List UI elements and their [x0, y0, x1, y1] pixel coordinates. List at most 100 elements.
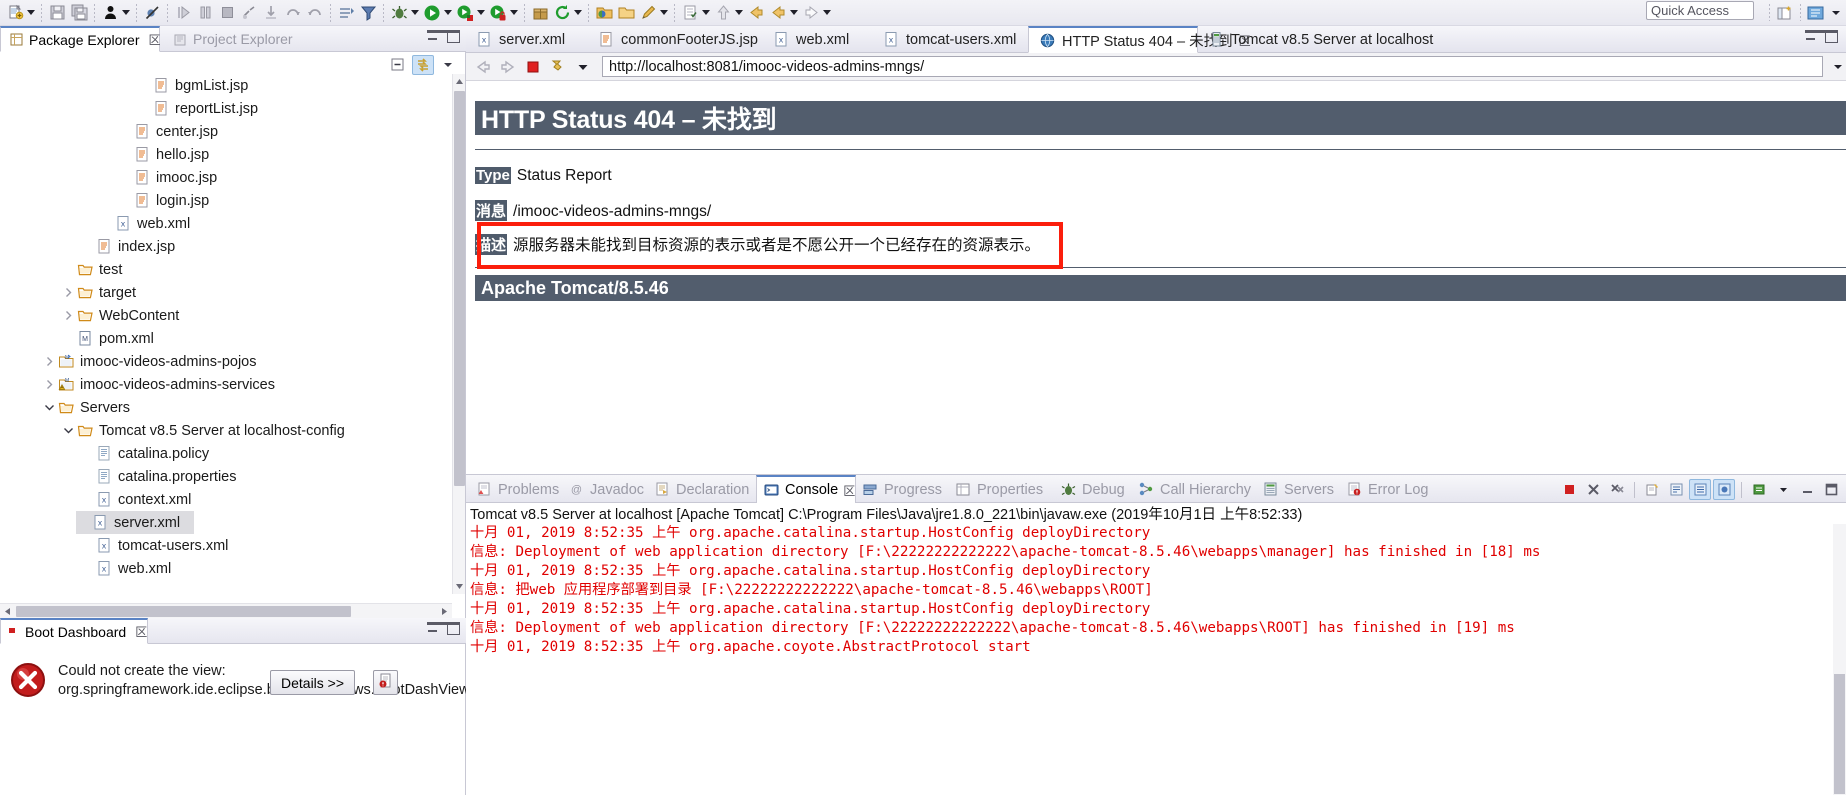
scroll-thumb[interactable] — [16, 606, 351, 617]
open-perspective-icon[interactable] — [1775, 3, 1795, 23]
scroll-thumb[interactable] — [1834, 674, 1845, 794]
debug-dropdown-arrow-icon[interactable] — [409, 3, 420, 23]
debug-person-button[interactable] — [99, 1, 132, 25]
tree-item[interactable]: reportList.jsp — [0, 97, 452, 120]
debug-dropdown-arrow-icon[interactable] — [120, 3, 131, 23]
stop-square-icon[interactable] — [523, 57, 543, 77]
close-icon[interactable]: 区 — [149, 31, 161, 48]
open-console-icon[interactable] — [1641, 479, 1663, 500]
tree-item[interactable]: Mimooc-videos-admins-pojos — [0, 350, 452, 373]
url-input[interactable]: http://localhost:8081/imooc-videos-admin… — [602, 56, 1823, 77]
save-all-button[interactable] — [68, 1, 90, 25]
remove-launch-icon[interactable] — [1582, 479, 1604, 500]
chevron-right-icon[interactable] — [61, 286, 75, 300]
back-arrow-icon[interactable] — [473, 57, 493, 77]
run-button[interactable] — [421, 1, 454, 25]
editor-tab[interactable]: HTTP Status 404 – 未找到区 — [1028, 26, 1251, 53]
tree-item[interactable]: bgmList.jsp — [0, 74, 452, 97]
tree-item[interactable]: Mimooc-videos-admins-services — [0, 373, 452, 396]
console-vertical-scrollbar[interactable] — [1833, 524, 1846, 795]
tree-item[interactable]: x web.xml — [0, 212, 452, 235]
scroll-up-arrow-icon[interactable] — [453, 74, 465, 89]
suspend-button[interactable] — [194, 1, 216, 25]
perspective-more-icon[interactable] — [1826, 3, 1846, 23]
maximize-icon[interactable] — [447, 30, 460, 43]
annotate-button[interactable] — [637, 1, 670, 25]
maximize-icon[interactable] — [1820, 479, 1842, 500]
forward-nav-button[interactable] — [767, 1, 800, 25]
tree-item[interactable]: catalina.policy — [0, 442, 452, 465]
editor-tab[interactable]: x server.xml — [466, 26, 588, 53]
close-icon[interactable]: 区 — [843, 482, 855, 499]
new-file-button[interactable] — [4, 1, 37, 25]
next-nav-button[interactable] — [800, 1, 833, 25]
pin-console-icon[interactable] — [1713, 479, 1735, 500]
tree-item[interactable]: x server.xml — [76, 511, 194, 534]
console-panel-tab[interactable]: Call Hierarchy — [1132, 475, 1256, 504]
url-dropdown-icon[interactable] — [1830, 56, 1846, 77]
quick-access-input[interactable]: Quick Access — [1646, 1, 1754, 20]
tree-item[interactable]: Mpom.xml — [0, 327, 452, 350]
scroll-left-arrow-icon[interactable] — [0, 604, 14, 618]
save-button[interactable] — [46, 1, 68, 25]
debug-button[interactable] — [388, 1, 421, 25]
editor-tab[interactable]: Tomcat v8.5 Server at localhost — [1198, 26, 1433, 53]
console-panel-tab[interactable]: Properties — [949, 475, 1054, 504]
step-over-button[interactable] — [282, 1, 304, 25]
run-server-dropdown-arrow-icon[interactable] — [475, 3, 486, 23]
console-panel-tab[interactable]: Progress — [856, 475, 949, 504]
forward-dropdown-arrow-icon[interactable] — [788, 3, 799, 23]
disconnect-button[interactable] — [238, 1, 260, 25]
console-panel-tab[interactable]: @ Javadoc — [562, 475, 648, 504]
next-annotation-button[interactable] — [335, 1, 357, 25]
details-button[interactable]: Details >> — [270, 670, 356, 695]
editor-tab[interactable]: commonFooterJS.jsp — [588, 26, 763, 53]
scroll-lock-icon[interactable] — [1689, 479, 1711, 500]
tree-item[interactable]: Servers — [0, 396, 452, 419]
chevron-right-icon[interactable] — [42, 355, 56, 369]
tab-project-explorer[interactable]: Project Explorer — [164, 26, 301, 52]
close-icon[interactable]: 区 — [135, 623, 147, 640]
resume-button[interactable] — [172, 1, 194, 25]
tree-item[interactable]: x web.xml — [0, 557, 452, 580]
console-panel-tab[interactable]: Declaration — [648, 475, 756, 504]
package-button[interactable] — [529, 1, 551, 25]
terminate-button[interactable] — [216, 1, 238, 25]
step-into-button[interactable] — [260, 1, 282, 25]
pencil-dropdown-arrow-icon[interactable] — [658, 3, 669, 23]
collapse-all-icon[interactable] — [387, 55, 409, 75]
terminate-icon[interactable] — [1558, 479, 1580, 500]
run-secure-dropdown-arrow-icon[interactable] — [508, 3, 519, 23]
tree-item[interactable]: catalina.properties — [0, 465, 452, 488]
console-panel-tab[interactable]: Debug — [1054, 475, 1132, 504]
run-secure-button[interactable] — [487, 1, 520, 25]
tree-item[interactable]: Tomcat v8.5 Server at localhost-config — [0, 419, 452, 442]
console-panel-tab[interactable]: Console 区 — [756, 475, 856, 504]
explorer-vertical-scrollbar[interactable] — [452, 74, 465, 594]
back-nav-button[interactable] — [745, 1, 767, 25]
console-panel-tab[interactable]: Problems — [470, 475, 562, 504]
error-details-icon-button[interactable] — [373, 670, 399, 695]
tree-item[interactable]: x tomcat-users.xml — [0, 534, 452, 557]
up-nav-button[interactable] — [712, 1, 745, 25]
tree-item[interactable]: test — [0, 258, 452, 281]
open-resource-button[interactable] — [615, 1, 637, 25]
console-panel-tab[interactable]: Error Log — [1340, 475, 1436, 504]
explorer-horizontal-scrollbar[interactable] — [0, 603, 452, 618]
chevron-right-icon[interactable] — [42, 378, 56, 392]
tab-package-explorer[interactable]: Package Explorer 区 — [0, 26, 161, 52]
tree-item[interactable]: imooc.jsp — [0, 166, 452, 189]
minimize-icon[interactable] — [1796, 479, 1818, 500]
up-arrow-dropdown-icon[interactable] — [733, 3, 744, 23]
bookmark-icon[interactable] — [548, 57, 568, 77]
console-panel-tab[interactable]: Servers — [1256, 475, 1340, 504]
refresh-button[interactable] — [551, 1, 584, 25]
chevron-right-icon[interactable] — [61, 309, 75, 323]
tree-item[interactable]: center.jsp — [0, 120, 452, 143]
tab-boot-dashboard[interactable]: Boot Dashboard 区 — [0, 618, 148, 644]
chevron-down-icon[interactable] — [61, 424, 75, 438]
run-external-tools-button[interactable] — [454, 1, 487, 25]
scroll-thumb[interactable] — [454, 91, 465, 486]
task-button[interactable] — [679, 1, 712, 25]
new-dropdown-arrow-icon[interactable] — [25, 3, 36, 23]
